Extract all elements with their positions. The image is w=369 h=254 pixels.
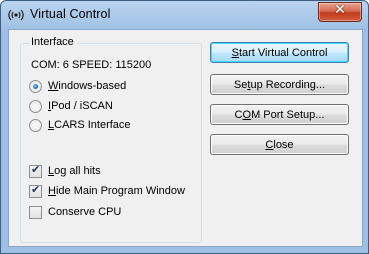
interface-group-label: Interface — [29, 36, 77, 48]
wireless-signal-icon — [8, 9, 24, 21]
radio-label-text: Pod / iSCAN — [51, 100, 113, 112]
checkbox-checked[interactable]: ✔ — [29, 182, 42, 198]
button-label-suffix: M Port Setup... — [251, 108, 325, 121]
radio-button[interactable] — [29, 118, 42, 132]
checkbox-label-conserve-cpu: Conserve CPU — [48, 206, 122, 218]
accelerator-key: W — [48, 80, 59, 92]
setup-recording-button[interactable]: Se t up Recording... — [210, 74, 349, 95]
close-icon: ✕ — [334, 2, 346, 18]
checkbox-checked[interactable]: ✔ — [29, 162, 42, 178]
checkbox-hide-main-window[interactable]: ✔ Hide Main Program Window — [29, 183, 185, 199]
checkmark-icon: ✔ — [31, 182, 41, 196]
checkbox-label-text: ide Main Program Window — [55, 185, 185, 197]
button-label-prefix: C — [234, 108, 243, 121]
button-label-suffix: lose — [273, 138, 294, 151]
checkbox-unchecked[interactable] — [29, 205, 42, 219]
accelerator-key: C — [265, 138, 274, 151]
window-title: Virtual Control — [30, 7, 111, 21]
radio-button[interactable] — [29, 99, 42, 113]
radio-lcars-interface[interactable]: LCARS Interface — [29, 117, 131, 133]
button-label-suffix: up Recording... — [250, 78, 326, 91]
radio-label-lcars-interface: LCARS Interface — [48, 119, 131, 131]
checkbox-label-hide-main-window: Hide Main Program Window — [48, 185, 185, 197]
radio-label-text: indows-based — [58, 80, 127, 92]
button-label-prefix: Se — [233, 78, 248, 91]
virtual-control-window: Virtual Control ✕ Interface COM: 6 SPEED… — [0, 0, 369, 254]
radio-windows-based[interactable]: Windows-based — [29, 78, 126, 94]
checkbox-conserve-cpu[interactable]: Conserve CPU — [29, 204, 121, 220]
radio-button-selected[interactable] — [29, 79, 42, 93]
checkbox-log-all-hits[interactable]: ✔ Log all hits — [29, 163, 101, 179]
radio-label-text: CARS Interface — [54, 119, 131, 131]
radio-label-windows-based: Windows-based — [48, 80, 126, 92]
interface-groupbox: Interface COM: 6 SPEED: 115200 Windows-b… — [20, 36, 202, 243]
title-bar[interactable]: Virtual Control ✕ — [1, 1, 368, 29]
window-close-button[interactable]: ✕ — [318, 2, 362, 22]
radio-ipod-iscan[interactable]: IPod / iSCAN — [29, 98, 113, 114]
accelerator-key: O — [242, 108, 252, 121]
dialog-client-area: Interface COM: 6 SPEED: 115200 Windows-b… — [8, 29, 363, 247]
checkbox-label-log-all-hits: Log all hits — [48, 165, 101, 177]
accelerator-key: S — [231, 46, 239, 59]
button-label-suffix: tart Virtual Control — [238, 46, 328, 59]
com-speed-readout: COM: 6 SPEED: 115200 — [31, 59, 152, 71]
checkbox-label-text: og all hits — [54, 165, 101, 177]
checkmark-icon: ✔ — [31, 162, 41, 176]
start-virtual-control-button[interactable]: Start Virtual Control — [210, 42, 349, 63]
com-port-setup-button[interactable]: COM Port Setup... — [210, 104, 349, 125]
accelerator-key: H — [48, 185, 56, 197]
radio-label-ipod-iscan: IPod / iSCAN — [48, 100, 113, 112]
close-button[interactable]: Close — [210, 134, 349, 155]
